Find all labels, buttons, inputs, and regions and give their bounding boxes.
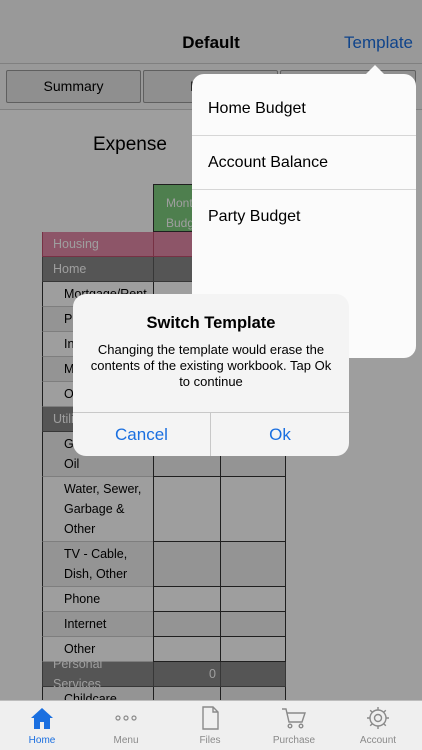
- ok-button[interactable]: Ok: [211, 413, 349, 456]
- template-account-balance[interactable]: Account Balance: [192, 136, 416, 190]
- alert-buttons: Cancel Ok: [73, 412, 349, 456]
- popover-arrow: [365, 65, 385, 75]
- tab-menu[interactable]: Menu: [84, 701, 168, 750]
- switch-template-alert: Switch Template Changing the template wo…: [73, 294, 349, 456]
- alert-message: Changing the template would erase the co…: [90, 342, 332, 389]
- tab-account[interactable]: Account: [336, 701, 420, 750]
- tab-files[interactable]: Files: [168, 701, 252, 750]
- tab-home[interactable]: Home: [0, 701, 84, 750]
- cart-icon: [282, 708, 306, 729]
- file-icon: [202, 706, 219, 730]
- template-home-budget[interactable]: Home Budget: [192, 82, 416, 136]
- cancel-button[interactable]: Cancel: [73, 413, 211, 456]
- tab-purchase-label: Purchase: [272, 735, 316, 746]
- gear-icon: [367, 707, 389, 729]
- tab-account-label: Account: [359, 735, 397, 746]
- tab-files-label: Files: [199, 735, 221, 746]
- template-party-budget[interactable]: Party Budget: [192, 190, 416, 244]
- tab-bar: Home Menu Files Purchase Account: [0, 700, 422, 750]
- more-dots-icon: [115, 715, 137, 721]
- home-icon: [31, 708, 53, 729]
- tab-menu-label: Menu: [113, 735, 139, 746]
- alert-title: Switch Template: [146, 314, 276, 332]
- tab-purchase[interactable]: Purchase: [252, 701, 336, 750]
- tab-home-label: Home: [28, 735, 56, 746]
